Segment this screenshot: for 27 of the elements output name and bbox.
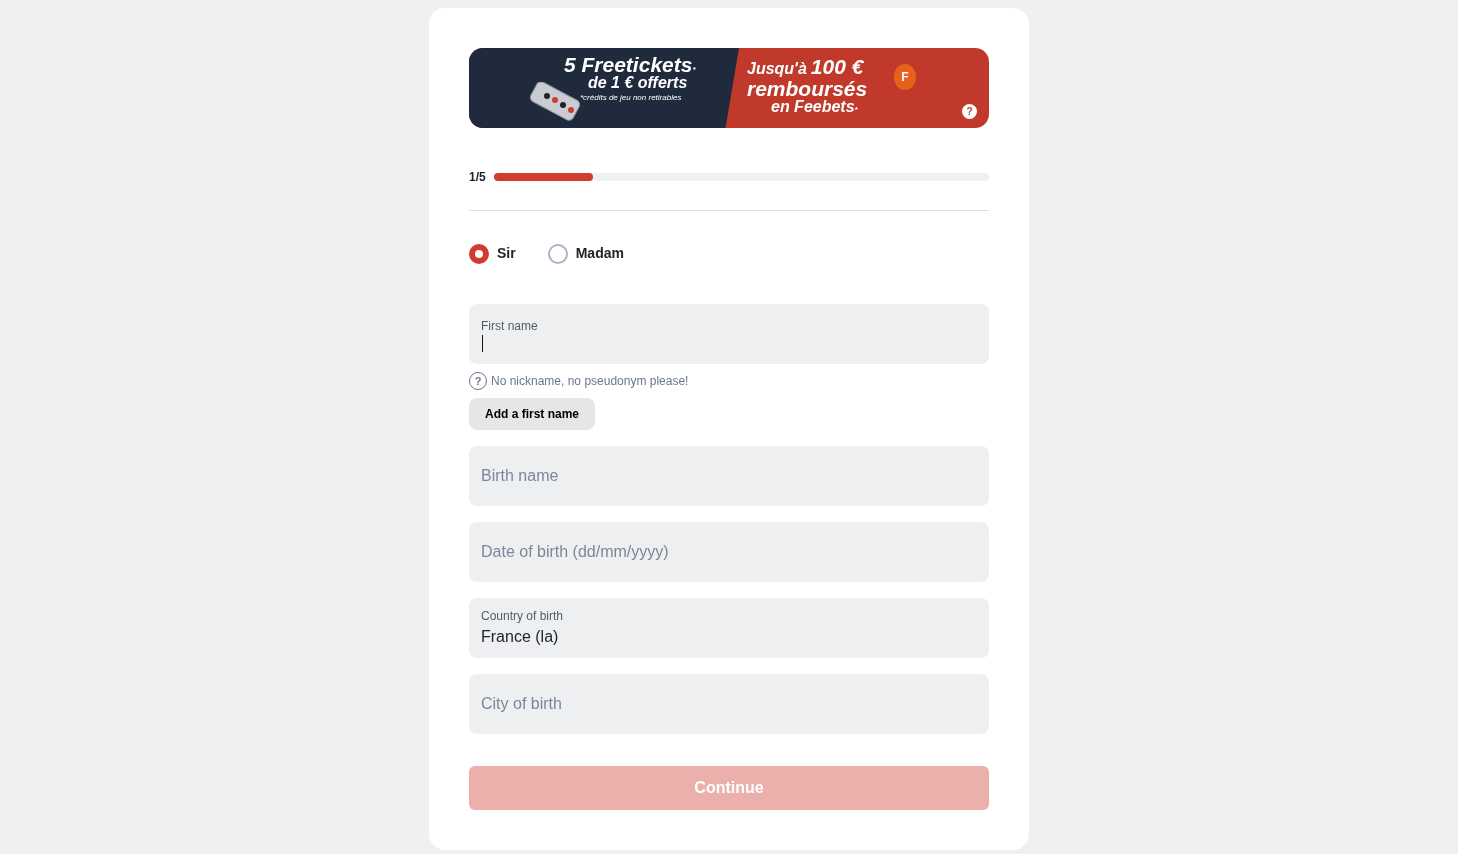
help-icon[interactable]: ?: [962, 104, 977, 119]
text-field[interactable]: Date of birth (dd/mm/yyyy): [469, 522, 989, 582]
step-counter: 1/5: [469, 169, 486, 186]
banner-headline: 5 Freetickets: [564, 53, 693, 76]
radio-button[interactable]: [469, 243, 489, 264]
field-label: Country of birth: [481, 608, 565, 625]
banner-text: Jusqu'à: [747, 61, 807, 78]
radio-button[interactable]: [547, 243, 568, 264]
text-field[interactable]: Country of birth France (la): [469, 598, 989, 658]
banner-note: *crédits de jeu non retirables: [580, 92, 682, 102]
coin-icon: F: [894, 64, 916, 90]
text-field[interactable]: First name: [469, 304, 989, 364]
text-field[interactable]: Birth name: [469, 446, 989, 506]
footnote-mark: *: [692, 65, 696, 74]
radio-label[interactable]: Sir: [497, 243, 516, 264]
banner-amount: 100 €: [810, 56, 864, 77]
add-first-name-button[interactable]: Add a first name: [469, 398, 596, 430]
footnote-mark: *: [854, 104, 858, 114]
banner-text: en Feebets: [771, 97, 855, 115]
radio-label[interactable]: Madam: [575, 243, 624, 264]
field-label: First name: [481, 317, 539, 335]
field-value: France (la): [481, 627, 560, 647]
banner-text: remboursés: [747, 76, 868, 100]
promo-banner[interactable]: 5 Freetickets* de 1 € offerts *crédits de jeu non retirables Jusqu'à 100 € remboursés en Feebets* F ?: [469, 48, 989, 128]
banner-subline: de 1 € offerts: [588, 74, 688, 91]
text-field[interactable]: City of birth: [469, 674, 989, 734]
hint-text: No nickname, no pseudonym please!: [491, 373, 689, 390]
